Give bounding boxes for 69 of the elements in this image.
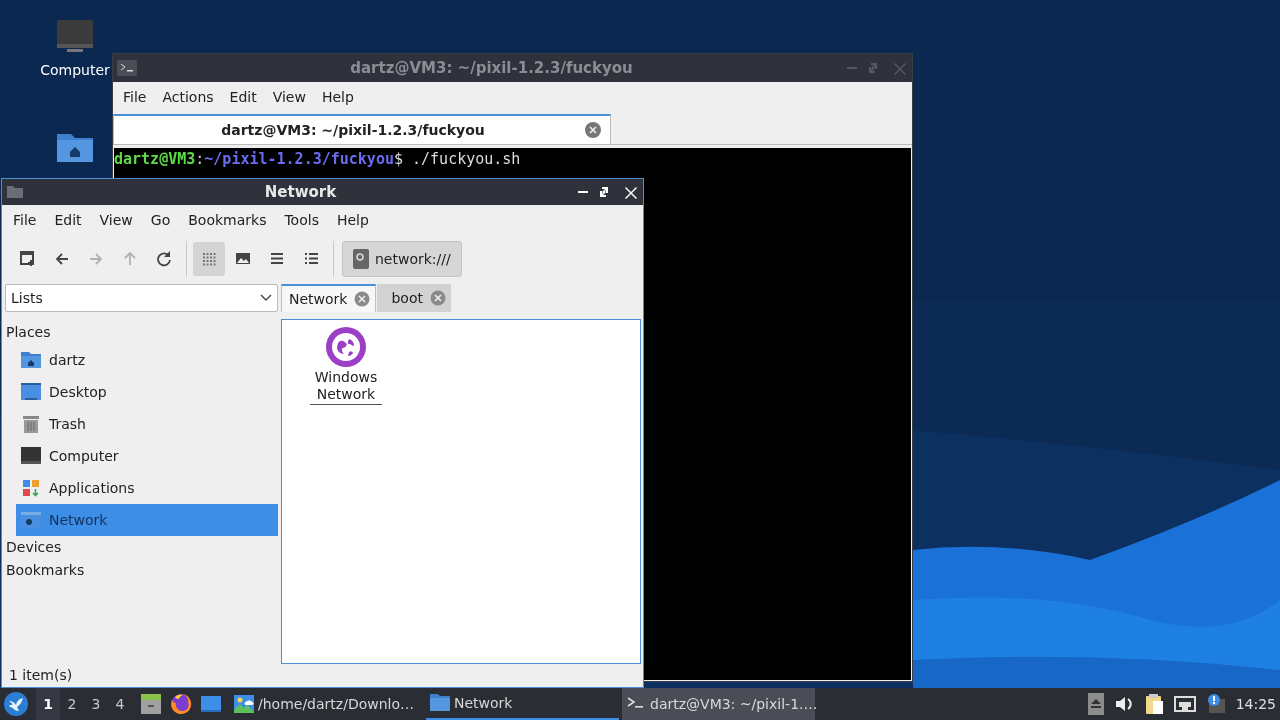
start-menu-icon[interactable] [4,692,28,716]
desktop-icon [21,382,41,402]
desktop-icon[interactable] [200,693,222,715]
browser-icon[interactable] [170,693,192,715]
network-share-item[interactable]: Windows Network [310,326,382,405]
notification-icon[interactable] [1205,693,1226,715]
places-item[interactable]: Desktop [16,376,278,408]
places-item[interactable]: Computer [16,440,278,472]
desktop-icon-label[interactable]: Computer [40,62,110,80]
workspace-button[interactable]: 3 [84,688,108,720]
window-controls-icon[interactable] [577,185,639,199]
places-item[interactable]: Trash [16,408,278,440]
prompt-line: dartz@VM3:~/pixil-1.2.3/fuckyou$ ./fuckyou.sh [114,149,521,169]
section-heading[interactable]: Bookmarks [5,559,278,582]
eject-icon[interactable] [1087,693,1104,715]
menu-item[interactable]: Help [327,209,378,231]
menu-item[interactable]: View [90,209,142,231]
applications-icon [21,478,41,498]
search-icon [353,249,369,269]
menu-item[interactable]: Go [141,209,180,231]
network-icon[interactable] [1173,693,1196,715]
home-folder-icon [21,350,41,370]
taskbar-button[interactable]: dartz@VM3: ~/pixil-1.… [622,688,815,720]
window-title: Network [263,181,338,203]
side-pane-dropdown[interactable]: Lists [5,284,278,312]
folder-icon [6,185,24,199]
menu-item[interactable]: Tools [275,209,328,231]
close-icon[interactable] [354,291,371,307]
terminal-icon [117,60,137,76]
computer-icon[interactable] [55,18,95,54]
tab[interactable]: boot [377,284,451,312]
menu-item[interactable]: View [264,86,314,108]
tab[interactable]: Network [281,284,377,312]
globe-icon [325,326,367,368]
computer-icon [21,446,41,466]
taskbar-button[interactable]: Network [426,688,619,720]
places-item[interactable]: Network [16,504,278,536]
status-text: 1 item(s) [8,665,74,685]
reload-icon [155,249,173,269]
folder-icon [430,693,450,713]
places-item[interactable]: Applications [16,472,278,504]
menu-item[interactable]: Help [313,86,362,108]
window-title: dartz@VM3: ~/pixil-1.2.3/fuckyou [349,57,634,79]
trash-icon [21,414,41,434]
new-tab-icon [19,249,37,269]
workspace-button[interactable]: 4 [108,688,132,720]
section-heading[interactable]: Places [5,322,278,344]
location-button[interactable]: network:/// [342,241,462,277]
taskbar-button[interactable]: /home/dartz/Downlo… [230,688,423,720]
workspace-button[interactable]: 1 [36,688,60,720]
menu-item[interactable]: Edit [221,86,265,108]
menu-item[interactable]: Actions [154,86,222,108]
chevron-down-icon [260,294,272,302]
file-view[interactable]: Windows Network [281,319,641,664]
menu-item[interactable]: File [4,209,46,231]
tab[interactable]: dartz@VM3: ~/pixil-1.2.3/fuckyou [113,114,611,144]
file-cabinet-icon[interactable] [140,693,162,715]
menu-item[interactable]: Bookmarks [179,209,276,231]
clipboard-icon[interactable] [1143,693,1164,715]
close-icon[interactable] [584,121,602,139]
menu-item[interactable]: Edit [45,209,91,231]
places-item[interactable]: dartz [16,344,278,376]
image-icon [234,694,254,714]
menu-item[interactable]: File [115,86,155,108]
clock[interactable]: 14:25 [1235,693,1276,715]
section-heading[interactable]: Devices [5,536,278,559]
workspace-button[interactable]: 2 [60,688,84,720]
close-icon[interactable] [430,290,446,306]
network-icon [21,510,41,530]
